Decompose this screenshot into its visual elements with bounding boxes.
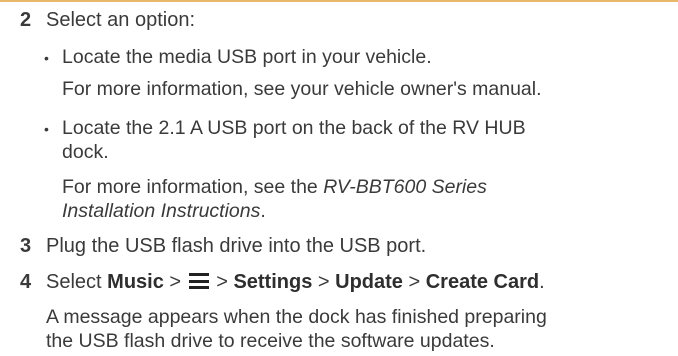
menu-path-create-card: Create Card [425,271,540,293]
menu-path-settings: Settings [233,271,313,293]
step-number: 3 [20,235,32,257]
top-rule [0,0,678,2]
list-item: • [44,45,58,69]
step-text: Plug the USB flash drive into the USB po… [46,235,427,257]
step-suffix: . [539,271,545,293]
bullet-2-text-line1: Locate the 2.1 A USB port on the back of… [62,117,526,139]
step-3: 3 Plug the USB flash drive into the USB p… [20,234,426,258]
bullet-2-text-line2: dock. [62,141,109,163]
bullet-1-text: Locate the media USB port in your vehicl… [62,46,432,68]
separator: > [163,271,187,293]
menu-path-update: Update [335,271,403,293]
step-number: 4 [20,271,32,293]
step-4: 4 Select Music > > Settings > Update > Cr… [20,270,545,294]
bullet-1-note: For more information, see your vehicle o… [62,78,542,100]
separator: > [312,271,336,293]
separator: > [402,271,426,293]
bullet: • [44,50,49,66]
step-number: 2 [20,9,32,31]
step-text: Select an option: [46,9,195,31]
menu-path-music: Music [107,271,164,293]
result-line-2: the USB flash drive to receive the softw… [46,330,495,352]
note-suffix: . [260,200,266,222]
step-text: Select [46,271,108,293]
bullet: • [44,121,49,137]
doc-title: RV-BBT600 Series [323,176,487,198]
separator: > [210,271,234,293]
bullet-2-note-line2: Installation Instructions. [62,199,266,223]
list-item: • [44,116,58,140]
result-line-1: A message appears when the dock has fini… [46,306,547,328]
doc-title-cont: Installation Instructions [62,200,261,222]
step-2: 2 Select an option: [20,8,195,32]
menu-icon [188,273,209,289]
note-prefix: For more information, see the [62,176,324,198]
bullet-2-note-line1: For more information, see the RV-BBT600 … [62,175,487,199]
